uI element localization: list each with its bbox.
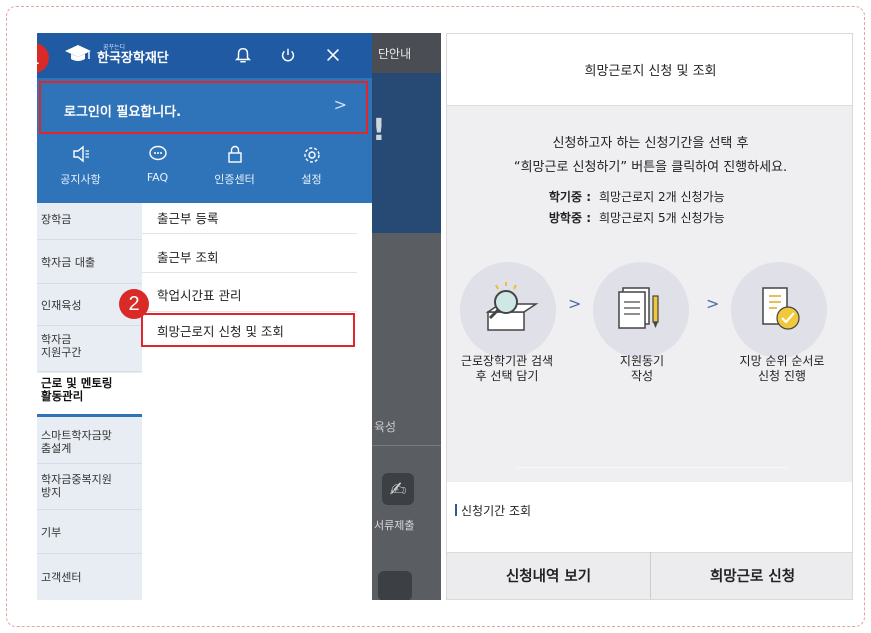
period-title: 신청기간 조회 — [455, 502, 531, 519]
vacation-label: 방학중 : — [548, 211, 591, 225]
megaphone-icon — [47, 145, 114, 165]
quick-link-label: 인증센터 — [214, 173, 255, 186]
category-item[interactable]: 고객센터 — [37, 571, 142, 584]
quick-link-label: 공지사항 — [60, 173, 101, 186]
semester-value: 희망근로지 2개 신청가능 — [599, 190, 725, 204]
step-arrow-2: > — [706, 294, 720, 313]
category-item[interactable]: 학자금 대출 — [37, 256, 142, 269]
menu-phone: 단안내 ! 육성 ✍ 서류제출 꿈꾸는디 한국장학재단 로그인이 필요합니다. … — [37, 33, 441, 600]
category-item-active[interactable]: 근로 및 멘토링 활동관리 — [37, 373, 142, 417]
step-badge-2: 2 — [119, 289, 149, 319]
side-menu: 꿈꾸는디 한국장학재단 로그인이 필요합니다. > 공지사항 FAQ 인증센터 … — [37, 33, 372, 600]
step-1-circle — [460, 262, 556, 358]
vacation-value: 희망근로지 5개 신청가능 — [599, 211, 725, 225]
period-label: 신청기간 조회 — [461, 504, 532, 518]
background-icon-label: 서류제출 — [374, 519, 415, 532]
document-write-icon — [618, 287, 659, 329]
quick-link-label: 설정 — [301, 173, 322, 186]
quick-link-settings[interactable]: 설정 — [278, 141, 345, 203]
semester-label: 학기중 : — [548, 190, 591, 204]
step-2-label: 지원동기 작성 — [619, 354, 665, 383]
checklist-icon — [762, 287, 800, 330]
background-banner: ! — [372, 73, 441, 233]
semester-limit: 학기중 : 희망근로지 2개 신청가능 — [537, 188, 725, 205]
gear-icon — [278, 145, 345, 165]
step-1-label: 근로장학기관 검색 후 선택 담기 — [460, 354, 554, 383]
step-2-circle — [593, 262, 689, 358]
quick-links: 공지사항 FAQ 인증센터 설정 — [37, 141, 372, 203]
page-header: 희망근로지 신청 및 조회 — [447, 34, 852, 106]
quick-link-label: FAQ — [146, 171, 169, 184]
background-page: 단안내 ! 육성 ✍ 서류제출 — [372, 33, 441, 600]
sub-item-timetable[interactable]: 학업시간표 관리 — [157, 285, 357, 304]
category-item[interactable]: 학자금중복지원 방지 — [37, 473, 142, 499]
category-item[interactable]: 장학금 — [37, 213, 142, 226]
category-item[interactable]: 학자금 지원구간 — [37, 333, 142, 359]
apply-button[interactable]: 희망근로 신청 — [651, 552, 852, 599]
application-phone: 희망근로지 신청 및 조회 신청하고자 하는 신청기간을 선택 후 “희망근로 … — [446, 33, 853, 600]
bell-icon[interactable] — [232, 44, 254, 66]
category-item[interactable]: 기부 — [37, 526, 142, 539]
printer-icon — [378, 571, 412, 600]
category-item[interactable]: 스마트학자금맞 춤설계 — [37, 429, 142, 455]
quick-link-notice[interactable]: 공지사항 — [47, 141, 114, 203]
step-3-label: 지망 순위 순서로 신청 진행 — [739, 354, 825, 383]
quick-link-auth[interactable]: 인증센터 — [201, 141, 268, 203]
step-arrow-1: > — [568, 294, 582, 313]
step-3-circle — [731, 262, 827, 358]
search-box-icon — [485, 282, 539, 331]
lock-icon — [201, 145, 268, 165]
highlight-box-work-application — [141, 313, 355, 347]
category-list: 장학금 학자금 대출 인재육성 학자금 지원구간 근로 및 멘토링 활동관리 스… — [37, 203, 142, 600]
chat-icon — [124, 145, 191, 165]
page-title: 희망근로지 신청 및 조회 — [584, 64, 717, 79]
close-icon[interactable] — [322, 44, 344, 66]
sub-item-attendance-register[interactable]: 출근부 등록 — [157, 208, 357, 227]
quick-link-faq[interactable]: FAQ — [124, 141, 191, 203]
vacation-limit: 방학중 : 희망근로지 5개 신청가능 — [537, 209, 725, 226]
sub-item-attendance-view[interactable]: 출근부 조회 — [157, 247, 357, 266]
power-icon[interactable] — [277, 44, 299, 66]
view-history-button[interactable]: 신청내역 보기 — [447, 552, 650, 599]
document-sign-icon: ✍ — [382, 473, 414, 505]
kosaf-logo[interactable]: 꿈꾸는디 한국장학재단 — [63, 44, 169, 66]
logo-tagline: 꿈꾸는디 — [103, 44, 126, 51]
highlight-box-login — [39, 81, 368, 134]
background-tab: 단안내 — [372, 33, 441, 73]
background-section: 육성 — [374, 420, 397, 434]
separator-dots — [517, 467, 787, 468]
menu-top-bar: 꿈꾸는디 한국장학재단 — [37, 33, 372, 78]
graduation-cap-icon — [65, 45, 91, 61]
instruction-line-2: “희망근로 신청하기” 버튼을 클릭하여 진행하세요. — [513, 160, 788, 175]
instruction-line-1: 신청하고자 하는 신청기간을 선택 후 — [552, 136, 749, 151]
